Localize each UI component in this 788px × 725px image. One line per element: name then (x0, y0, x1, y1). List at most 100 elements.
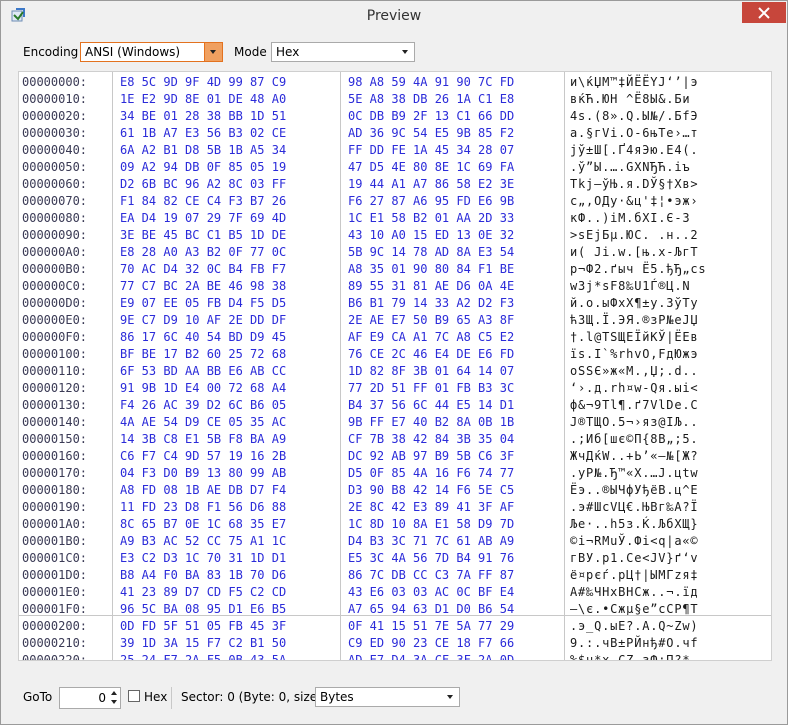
hex-row[interactable]: 000000C0: 77 C7 BC 2A BE 46 98 38 89 55 31… (19, 278, 771, 295)
row-offset: 00000220: (22, 653, 88, 661)
row-text: wЗј*sF8‰U1Ѓ®Ц.N (570, 279, 691, 293)
row-text: †.l@TЅЩEЇйКЎ|ЁЕв (570, 330, 699, 344)
hex-bytes-group-1: D2 6B BC 96 A2 8C 03 FF (120, 177, 287, 191)
hex-checkbox[interactable] (128, 690, 140, 702)
hex-row[interactable]: 00000170: 04 F3 D0 B9 13 80 99 AB D5 0F 85… (19, 465, 771, 482)
row-offset: 00000180: (22, 483, 88, 497)
row-offset: 000001D0: (22, 568, 88, 582)
hex-checkbox-label: Hex (144, 690, 168, 704)
units-select[interactable]: Bytes (315, 687, 460, 707)
hex-bytes-group-2: 1D 82 8F 3B 01 64 14 07 (348, 364, 515, 378)
hex-row[interactable]: 00000030: 61 1B A7 E3 56 B3 02 CE AD 36 9C… (19, 125, 771, 142)
hex-row[interactable]: 00000090: 3E BE 45 BC C1 B5 1D DE 43 10 A0… (19, 227, 771, 244)
hex-row[interactable]: 000000B0: 70 AC D4 32 0C B4 FB F7 A8 35 01… (19, 261, 771, 278)
encoding-select[interactable]: ANSI (Windows) (80, 42, 223, 62)
hex-row[interactable]: 00000190: 11 FD 23 D8 F1 56 D6 88 2E 8C 42… (19, 499, 771, 516)
row-offset: 00000210: (22, 636, 88, 650)
encoding-dropdown-button[interactable] (204, 43, 222, 61)
hex-bytes-group-1: 09 A2 94 DB 0F 85 05 19 (120, 160, 287, 174)
hex-row[interactable]: 00000160: C6 F7 C4 9D 57 19 16 2B DC 92 AB… (19, 448, 771, 465)
row-offset: 00000010: (22, 92, 88, 106)
row-text: ЖчДќW..+Ь’«—№[Ж? (570, 449, 699, 463)
hex-bytes-group-2: D3 90 B8 42 14 F6 5E C5 (348, 483, 515, 497)
row-offset: 000000B0: (22, 262, 88, 276)
hex-row[interactable]: 00000070: F1 84 82 CE C4 F3 B7 26 F6 27 87… (19, 193, 771, 210)
hex-row[interactable]: 000000D0: E9 07 EE 05 FB D4 F5 D5 B6 B1 79… (19, 295, 771, 312)
hex-row[interactable]: 000000A0: E8 28 A0 A3 B2 0F 77 0C 5B 9C 14… (19, 244, 771, 261)
row-offset: 00000020: (22, 109, 88, 123)
hex-row[interactable]: 00000110: 6F 53 BD AA BB E6 AB CC 1D 82 8F… (19, 363, 771, 380)
hex-row[interactable]: 000001E0: 41 23 89 D7 CD F5 C2 CD 43 E6 03… (19, 584, 771, 601)
row-offset: 000000D0: (22, 296, 88, 310)
row-text: p¬Ф2.ґыч Ё5.ђЂ„сs (570, 262, 707, 276)
row-text: ©і¬RМuЎ.Фі<q|a«© (570, 534, 699, 548)
row-text: jў±Ш[.Ґ4яЭю.E4(. (570, 143, 699, 157)
hex-row[interactable]: 00000220: 25 24 F7 2A F5 0B 43 5A AD E7 D4… (19, 652, 771, 661)
row-text: .ў”Ы.….GХNЂЋ.iъ (570, 160, 691, 174)
row-offset: 00000160: (22, 449, 88, 463)
hex-row[interactable]: 00000150: 14 3B C8 E1 5B F8 BA A9 CF 7B 38… (19, 431, 771, 448)
row-offset: 00000190: (22, 500, 88, 514)
hex-row[interactable]: 00000040: 6A A2 B1 D8 5B 1B A5 34 FF DD FE… (19, 142, 771, 159)
spin-up-icon[interactable] (111, 691, 117, 695)
hex-view[interactable]: 00000000: E8 5C 9D 9F 4D 99 87 C9 98 A8 59… (18, 71, 772, 661)
row-text: Tkj–ўЊ.я.DЎ§†Xв> (570, 177, 699, 191)
sector-info: Sector: 0 (Byte: 0, size: 0) (181, 690, 338, 704)
hex-bytes-group-1: EA D4 19 07 29 7F 69 4D (120, 211, 287, 225)
close-icon (758, 6, 770, 19)
row-text: .;Иб[шє©П{8B„;5. (570, 432, 699, 446)
hex-bytes-group-2: 1C 8D 10 8A E1 58 D9 7D (348, 517, 515, 531)
hex-bytes-group-2: B6 B1 79 14 33 A2 D2 F3 (348, 296, 515, 310)
goto-value: 0 (98, 691, 106, 705)
hex-row[interactable]: 00000020: 34 BE 01 28 38 BB 1D 51 0C DB B9… (19, 108, 771, 125)
hex-bytes-group-2: D5 0F 85 4A 16 F6 74 77 (348, 466, 515, 480)
row-offset: 00000030: (22, 126, 88, 140)
hex-row[interactable]: 000000F0: 86 17 6C 40 54 BD D9 45 AF E9 CA… (19, 329, 771, 346)
hex-row[interactable]: 000000E0: 9E C7 D9 10 AF 2E DD DF 2E AE E7… (19, 312, 771, 329)
hex-row[interactable]: 000001B0: A9 B3 AC 52 CC 75 A1 1C D4 B3 3C… (19, 533, 771, 550)
close-button[interactable] (742, 2, 786, 23)
hex-row[interactable]: 00000000: E8 5C 9D 9F 4D 99 87 C9 98 A8 59… (19, 74, 771, 91)
hex-bytes-group-2: 47 D5 4E 80 8E 1C 69 FA (348, 160, 515, 174)
hex-row[interactable]: 000001D0: B8 A4 F0 BA 83 1B 70 D6 86 7C DB… (19, 567, 771, 584)
hex-bytes-group-1: E8 5C 9D 9F 4D 99 87 C9 (120, 75, 287, 89)
hex-row[interactable]: 00000200: 0D FD 5F 51 05 FB 45 3F 0F 41 15… (19, 618, 771, 635)
hex-bytes-group-1: 86 17 6C 40 54 BD D9 45 (120, 330, 287, 344)
hex-row[interactable]: 00000180: A8 FD 08 1B AE DB D7 F4 D3 90 B8… (19, 482, 771, 499)
hex-bytes-group-1: C6 F7 C4 9D 57 19 16 2B (120, 449, 287, 463)
row-offset: 00000000: (22, 75, 88, 89)
units-value: Bytes (320, 690, 354, 704)
row-offset: 000001C0: (22, 551, 88, 565)
chevron-down-icon (210, 50, 216, 54)
row-text: oSЅЄ»ж«М.‚Џ;.d.. (570, 364, 699, 378)
row-text: и( Јі.w.[њ.x-ЉгT (570, 245, 699, 259)
row-text: .э#ШсVЦ€.ЊBг‰A?Ї (570, 500, 699, 514)
hex-row[interactable]: 00000140: 4A AE 54 D9 CE 05 35 AC 9B FF E7… (19, 414, 771, 431)
hex-row[interactable]: 00000080: EA D4 19 07 29 7F 69 4D 1C E1 58… (19, 210, 771, 227)
spin-down-icon[interactable] (111, 700, 117, 704)
row-offset: 00000170: (22, 466, 88, 480)
hex-bytes-group-2: F6 27 87 A6 95 FD E6 9B (348, 194, 515, 208)
hex-row[interactable]: 000001C0: E3 C2 D3 1C 70 31 1D D1 E5 3C 4A… (19, 550, 771, 567)
hex-row[interactable]: 00000210: 39 1D 3A 15 F7 C2 B1 50 C9 ED 90… (19, 635, 771, 652)
mode-dropdown-button[interactable] (397, 43, 414, 61)
hex-row[interactable]: 00000120: 91 9B 1D E4 00 72 68 A4 77 2D 51… (19, 380, 771, 397)
units-dropdown-button[interactable] (442, 688, 459, 706)
hex-bytes-group-2: 43 10 A0 15 ED 13 0E 32 (348, 228, 515, 242)
goto-input[interactable]: 0 (59, 687, 121, 709)
title-bar: Preview (1, 1, 787, 31)
hex-row[interactable]: 000001A0: 8C 65 B7 0E 1C 68 35 E7 1C 8D 10… (19, 516, 771, 533)
row-text: ћЗЩ.Ї.ЭЯ.®зP№eЈЏ (570, 313, 699, 327)
mode-select[interactable]: Hex (271, 42, 415, 62)
hex-bytes-group-2: 0C DB B9 2F 13 C1 66 DD (348, 109, 515, 123)
hex-row[interactable]: 00000130: F4 26 AC 39 D2 6C B6 05 B4 37 56… (19, 397, 771, 414)
row-text: %$ч*х.CZ-зФ:П?*. (570, 653, 699, 661)
hex-bytes-group-2: 5B 9C 14 78 AD 8A E3 54 (348, 245, 515, 259)
hex-row[interactable]: 00000060: D2 6B BC 96 A2 8C 03 FF 19 44 A1… (19, 176, 771, 193)
hex-row[interactable]: 00000100: BF BE 17 B2 60 25 72 68 76 CE 2C… (19, 346, 771, 363)
hex-bytes-group-1: 70 AC D4 32 0C B4 FB F7 (120, 262, 287, 276)
row-text: ‘›.д.rh¤w-Qя.ыі< (570, 381, 699, 395)
goto-spinner[interactable] (108, 688, 120, 708)
hex-row[interactable]: 00000050: 09 A2 94 DB 0F 85 05 19 47 D5 4E… (19, 159, 771, 176)
hex-row[interactable]: 00000010: 1E E2 9D 8E 01 DE 48 A0 5E A8 38… (19, 91, 771, 108)
